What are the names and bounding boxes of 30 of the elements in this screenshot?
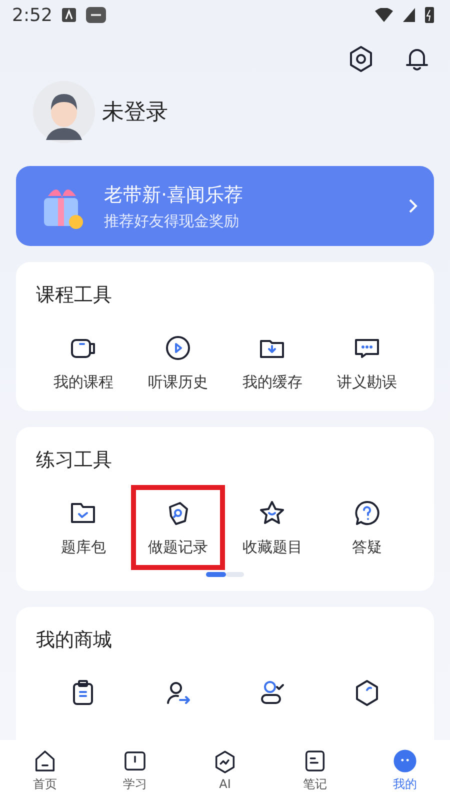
- nav-tab[interactable]: 首页: [0, 740, 90, 800]
- referral-banner[interactable]: 老带新·喜闻乐荐 推荐好友得现金奖励: [16, 166, 434, 246]
- tool-label: 收藏题目: [242, 538, 302, 557]
- app-notification-icon: [86, 7, 106, 23]
- nav-tab[interactable]: AI: [180, 740, 270, 800]
- tool-label: 我的缓存: [242, 373, 302, 392]
- highlight-frame[interactable]: 做题记录: [130, 485, 225, 570]
- banner-subtitle: 推荐好友得现金奖励: [104, 212, 240, 230]
- battery-icon: [425, 7, 434, 23]
- nav-tab[interactable]: 学习: [90, 740, 180, 800]
- signal-icon: [403, 8, 415, 22]
- section-title: 我的商城: [36, 628, 113, 653]
- tool-label: 题库包: [60, 538, 106, 557]
- face-icon: [392, 748, 418, 774]
- status-time: 2:52: [12, 4, 52, 26]
- wifi-icon: [375, 8, 393, 22]
- tool-label: 答疑: [352, 538, 382, 557]
- banner-title: 老带新·喜闻乐荐: [104, 182, 244, 208]
- tool-label: 听课历史: [148, 373, 208, 392]
- tool-label: 讲义勘误: [336, 373, 397, 392]
- tool-label: 我的课程: [53, 373, 114, 392]
- section-title: 课程工具: [36, 283, 113, 308]
- section-title: 练习工具: [36, 448, 113, 473]
- nav-tab[interactable]: 笔记: [270, 740, 360, 800]
- notification-icon: [62, 8, 76, 22]
- chevron-right-icon: [408, 198, 418, 214]
- nav-tab[interactable]: 我的: [360, 740, 450, 800]
- login-status[interactable]: 未登录: [102, 97, 168, 127]
- tool-label: 做题记录: [148, 538, 208, 557]
- avatar[interactable]: [32, 80, 96, 144]
